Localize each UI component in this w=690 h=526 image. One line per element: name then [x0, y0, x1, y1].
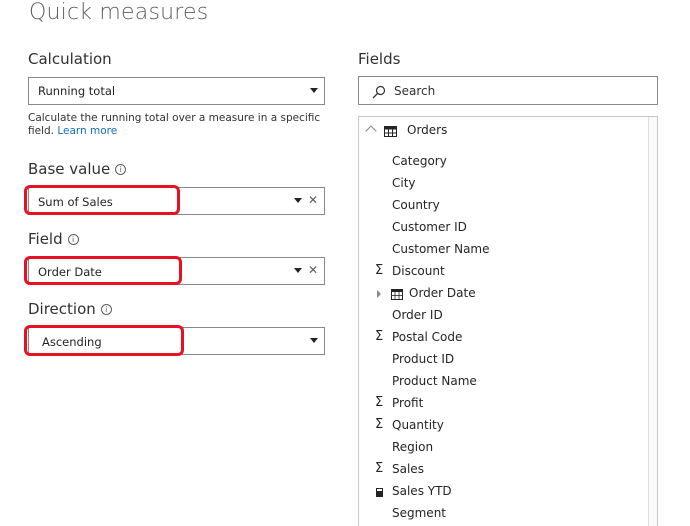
close-icon[interactable]: ✕ — [308, 263, 318, 277]
info-icon[interactable]: i — [115, 164, 127, 175]
page-title: Quick measures — [29, 0, 209, 25]
chevron-down-icon[interactable] — [310, 88, 318, 93]
search-input[interactable]: Search — [358, 76, 658, 105]
sigma-icon: Σ — [375, 417, 384, 432]
calculation-value: Running total — [38, 84, 116, 98]
sigma-icon: Σ — [375, 461, 384, 476]
base-value-field-well[interactable]: Sum of Sales ✕ — [28, 187, 325, 215]
calculation-dropdown[interactable]: Running total — [28, 77, 325, 105]
field-item-label: City — [392, 176, 416, 190]
learn-more-link[interactable]: Learn more — [57, 125, 117, 137]
direction-value: Ascending — [42, 335, 102, 349]
field-item[interactable]: Region — [359, 437, 644, 459]
fields-list: Orders Category City Country Customer ID Cus… — [358, 116, 658, 526]
search-icon — [372, 85, 386, 99]
field-item[interactable]: Country — [359, 195, 644, 217]
field-item[interactable]: Σ Profit — [359, 393, 644, 415]
calculation-label: Calculation — [28, 50, 112, 68]
field-item-label: Discount — [392, 264, 445, 278]
field-item[interactable]: Segment — [359, 503, 644, 525]
field-item-label: Customer ID — [392, 220, 467, 234]
chevron-right-icon[interactable] — [377, 290, 381, 298]
scrollbar[interactable] — [648, 117, 657, 526]
sigma-icon: Σ — [375, 263, 384, 278]
search-placeholder: Search — [394, 84, 436, 98]
field-item-label: Order ID — [392, 308, 443, 322]
field-item[interactable]: Σ Discount — [359, 261, 644, 283]
field-item[interactable]: Order ID — [359, 305, 644, 327]
chevron-down-icon[interactable] — [294, 268, 302, 273]
field-label: Field i — [28, 230, 79, 248]
field-item[interactable]: Σ Sales — [359, 459, 644, 481]
direction-label: Direction i — [28, 300, 112, 318]
chevron-down-icon[interactable] — [310, 338, 318, 343]
field-item[interactable]: Customer Name — [359, 239, 644, 261]
table-icon — [384, 126, 397, 137]
field-item-label: Postal Code — [392, 330, 463, 344]
field-item-label: Product Name — [392, 374, 477, 388]
fields-label: Fields — [358, 50, 401, 68]
field-item-label: Region — [392, 440, 434, 454]
field-value: Order Date — [38, 265, 102, 279]
field-item[interactable]: Customer ID — [359, 217, 644, 239]
calendar-icon — [391, 289, 403, 300]
close-icon[interactable]: ✕ — [308, 193, 318, 207]
base-value-value: Sum of Sales — [38, 195, 113, 209]
field-item-label: Country — [392, 198, 440, 212]
field-label-text: Field — [28, 230, 63, 248]
field-item[interactable]: Category — [359, 151, 644, 173]
chevron-up-icon[interactable] — [365, 125, 377, 137]
calculation-description: Calculate the running total over a measu… — [28, 112, 328, 138]
direction-label-text: Direction — [28, 300, 96, 318]
info-icon[interactable]: i — [100, 304, 112, 315]
chevron-down-icon[interactable] — [294, 198, 302, 203]
field-item[interactable]: Product Name — [359, 371, 644, 393]
field-item-label: Customer Name — [392, 242, 490, 256]
field-item-label: Order Date — [409, 286, 476, 300]
table-name: Orders — [407, 123, 448, 137]
field-item[interactable]: Product ID — [359, 349, 644, 371]
sigma-icon: Σ — [375, 329, 384, 344]
field-item[interactable]: Sales YTD — [359, 481, 644, 503]
calculator-icon — [376, 488, 383, 497]
field-field-well[interactable]: Order Date ✕ — [28, 257, 325, 285]
field-item-label: Product ID — [392, 352, 455, 366]
field-item-label: Profit — [392, 396, 424, 410]
field-item[interactable]: Σ Postal Code — [359, 327, 644, 349]
field-item-label: Sales YTD — [392, 484, 452, 498]
sigma-icon: Σ — [375, 395, 384, 410]
info-icon[interactable]: i — [67, 234, 79, 245]
direction-dropdown[interactable]: Ascending — [28, 327, 325, 355]
field-item-label: Category — [392, 154, 447, 168]
field-item-label: Sales — [392, 462, 424, 476]
field-item-label: Segment — [392, 506, 446, 520]
field-item[interactable]: Order Date — [359, 283, 644, 305]
field-item-label: Quantity — [392, 418, 444, 432]
base-value-label: Base value i — [28, 160, 127, 178]
field-item[interactable]: Σ Quantity — [359, 415, 644, 437]
field-item[interactable]: City — [359, 173, 644, 195]
base-value-label-text: Base value — [28, 160, 111, 178]
